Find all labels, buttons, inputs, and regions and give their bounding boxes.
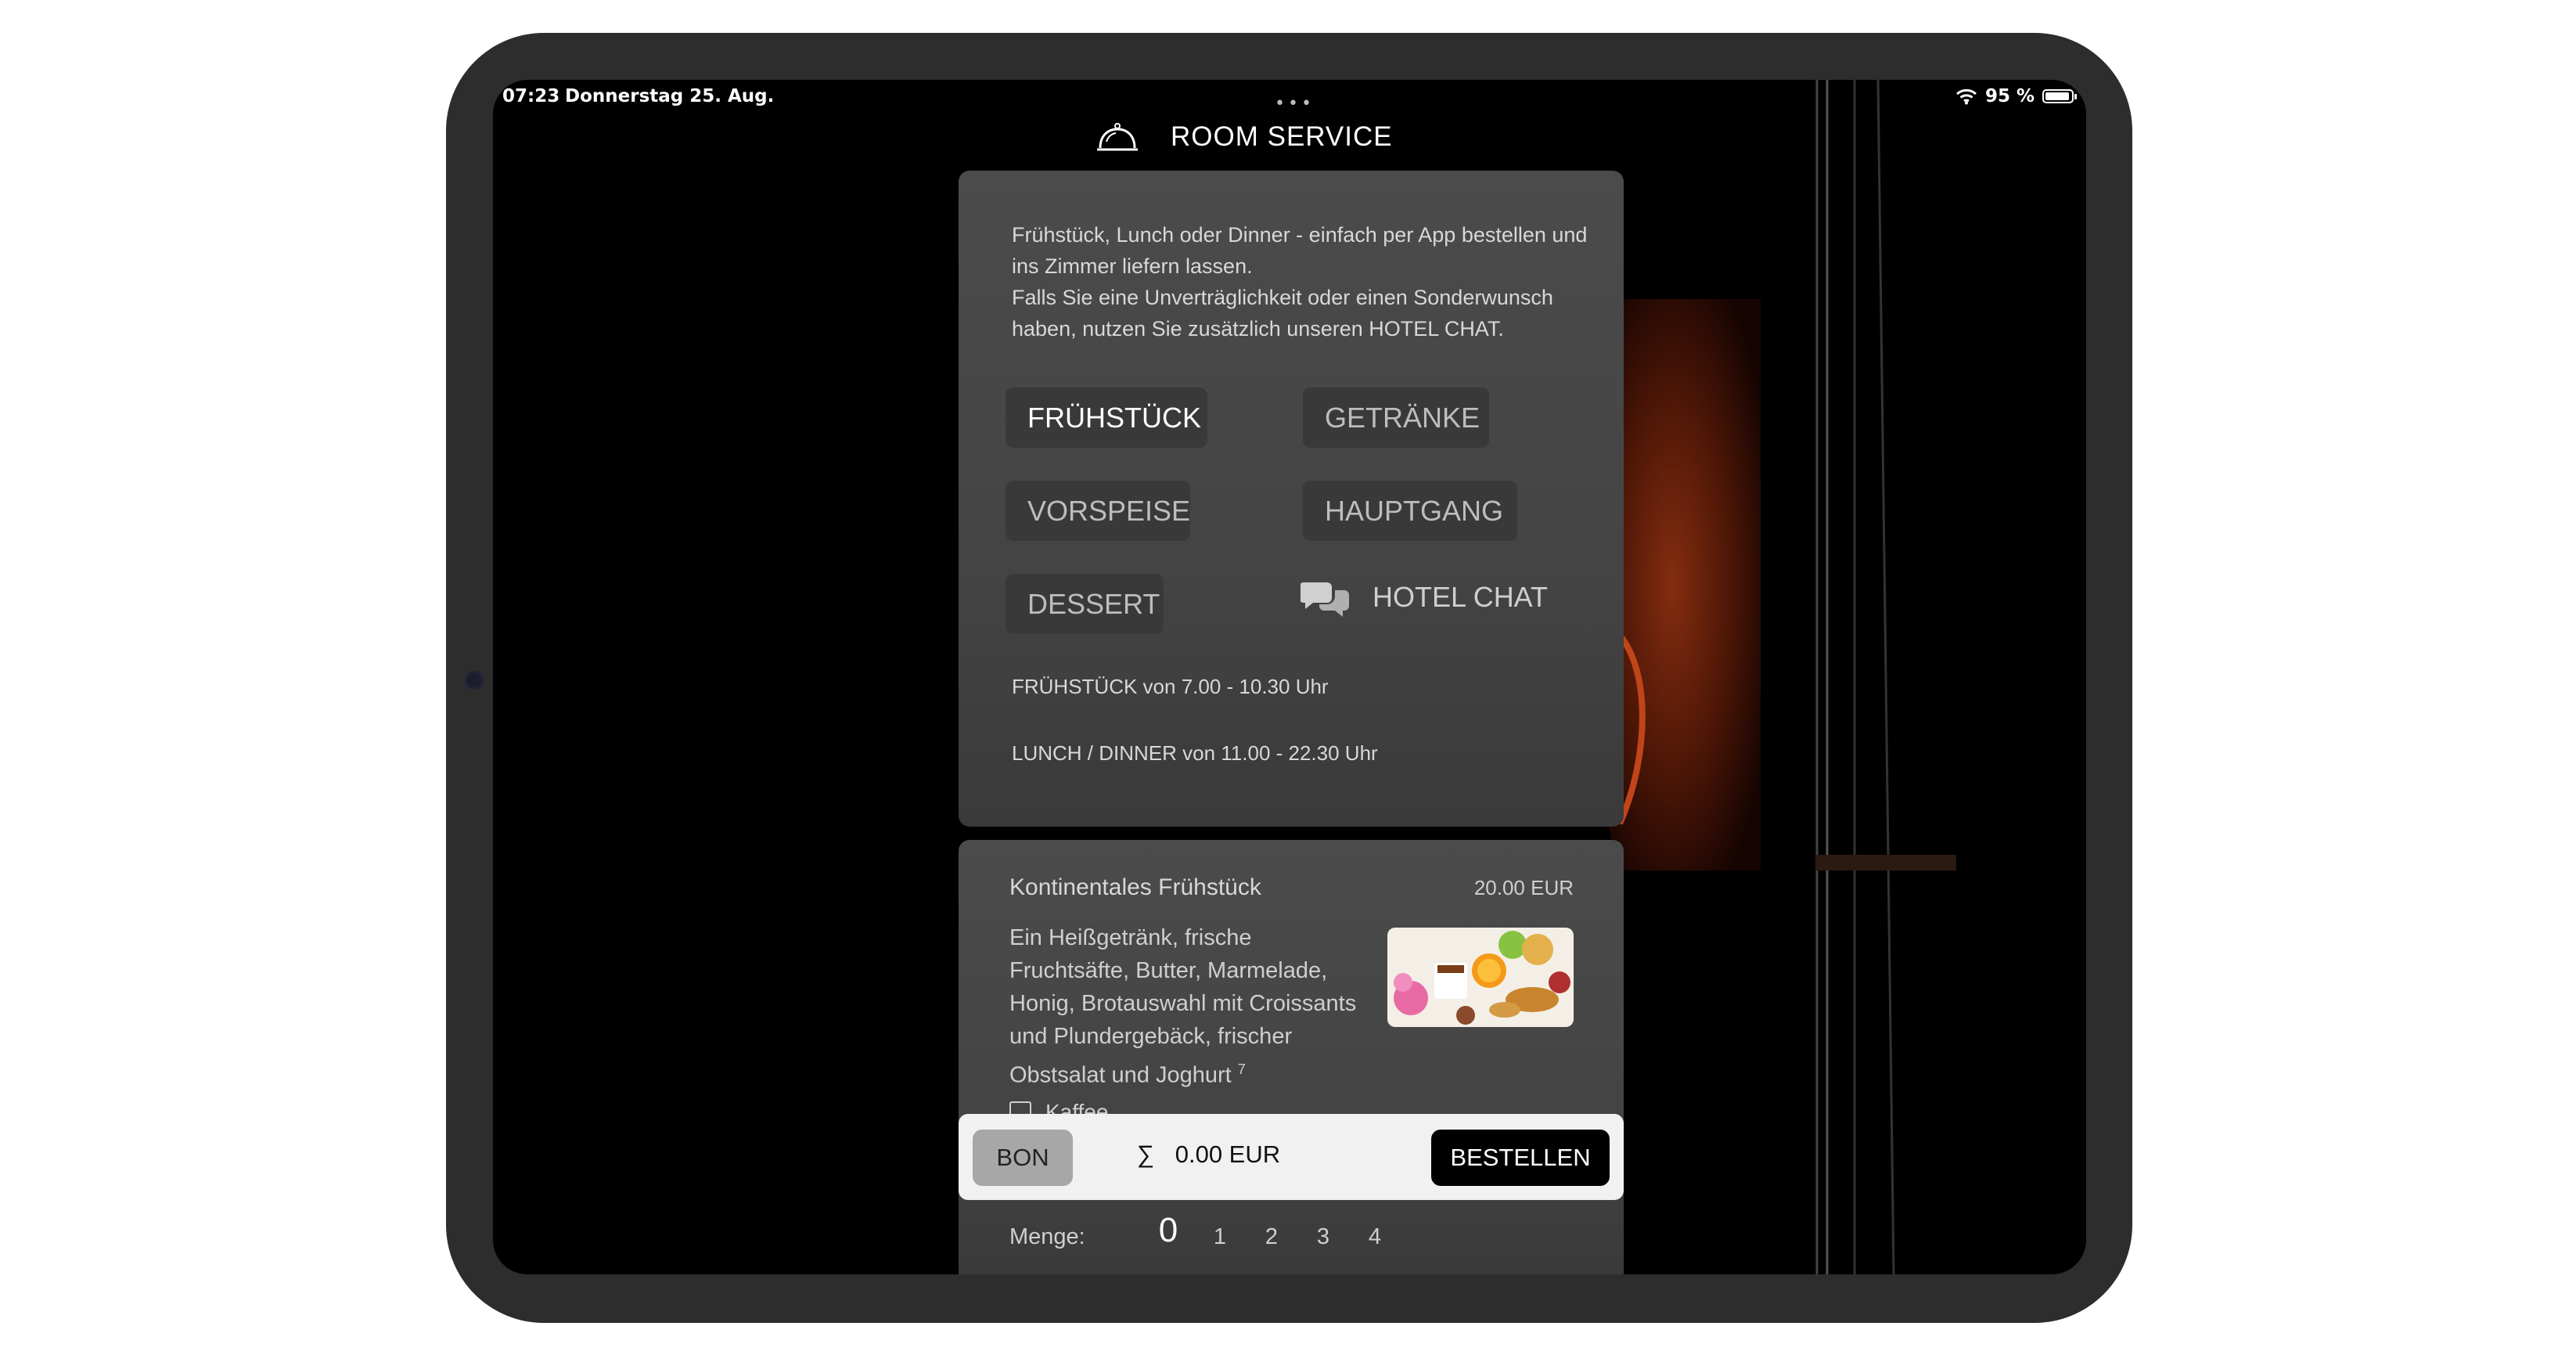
category-panel: Frühstück, Lunch oder Dinner - einfach p… bbox=[959, 171, 1624, 827]
item-description: Ein Heißgetränk, frische Fruchtsäfte, Bu… bbox=[1009, 921, 1377, 1092]
cloche-icon bbox=[1097, 123, 1138, 151]
breakfast-photo[interactable] bbox=[1387, 928, 1574, 1027]
status-date: Donnerstag 25. Aug. bbox=[565, 86, 775, 106]
quantity-option-0[interactable]: 0 bbox=[1142, 1211, 1194, 1250]
hotel-chat-label: HOTEL CHAT bbox=[1373, 581, 1549, 613]
page-title: ROOM SERVICE bbox=[1171, 121, 1393, 152]
quantity-option-3[interactable]: 3 bbox=[1297, 1224, 1349, 1250]
order-bar: BON ∑ 0.00 EUR BESTELLEN bbox=[959, 1114, 1624, 1200]
hours-lunch-dinner: LUNCH / DINNER von 11.00 - 22.30 Uhr bbox=[1012, 741, 1378, 765]
status-time: 07:23 bbox=[502, 86, 560, 106]
item-description-text: Ein Heißgetränk, frische Fruchtsäfte, Bu… bbox=[1009, 925, 1357, 1088]
bon-button[interactable]: BON bbox=[973, 1130, 1073, 1186]
menu-item-card: Kontinentales Frühstück 20.00 EUR Ein He… bbox=[959, 840, 1624, 1274]
chat-bubbles-icon bbox=[1301, 582, 1349, 617]
item-title: Kontinentales Frühstück bbox=[1009, 874, 1261, 900]
category-getraenke[interactable]: GETRÄNKE bbox=[1303, 387, 1489, 448]
nav-header: ROOM SERVICE bbox=[1096, 110, 1393, 164]
quantity-label: Menge: bbox=[1009, 1224, 1085, 1249]
intro-line-2: Falls Sie eine Unverträglichkeit oder ei… bbox=[1012, 286, 1553, 341]
intro-line-1: Frühstück, Lunch oder Dinner - einfach p… bbox=[1012, 223, 1588, 278]
order-button[interactable]: BESTELLEN bbox=[1431, 1130, 1610, 1186]
intro-text: Frühstück, Lunch oder Dinner - einfach p… bbox=[1012, 219, 1591, 344]
order-total-value: 0.00 EUR bbox=[1175, 1141, 1281, 1168]
status-right: 95 % bbox=[1955, 86, 2077, 106]
category-vorspeise[interactable]: VORSPEISE bbox=[1006, 481, 1190, 541]
wifi-icon bbox=[1955, 88, 1977, 105]
hotel-chat-button[interactable]: HOTEL CHAT bbox=[1301, 578, 1548, 617]
order-total: ∑ 0.00 EUR bbox=[1137, 1141, 1280, 1169]
quantity-selector: Menge: 0 1 2 3 4 bbox=[1009, 1211, 1401, 1250]
quantity-option-1[interactable]: 1 bbox=[1194, 1224, 1246, 1250]
category-fruehstueck[interactable]: FRÜHSTÜCK bbox=[1006, 387, 1207, 448]
item-price: 20.00 EUR bbox=[1473, 876, 1574, 899]
category-hauptgang[interactable]: HAUPTGANG bbox=[1303, 481, 1517, 541]
sum-icon: ∑ bbox=[1137, 1141, 1155, 1168]
app-screen: 07:23 Donnerstag 25. Aug. 95 % ••• ROOM … bbox=[493, 80, 2086, 1274]
category-dessert[interactable]: DESSERT bbox=[1006, 574, 1164, 634]
battery-percent: 95 % bbox=[1984, 86, 2035, 106]
quantity-option-2[interactable]: 2 bbox=[1246, 1224, 1297, 1250]
battery-icon bbox=[2042, 89, 2077, 103]
hours-breakfast: FRÜHSTÜCK von 7.00 - 10.30 Uhr bbox=[1012, 675, 1329, 698]
camera bbox=[465, 671, 484, 690]
quantity-option-4[interactable]: 4 bbox=[1349, 1224, 1401, 1250]
allergen-note: 7 bbox=[1237, 1061, 1246, 1077]
